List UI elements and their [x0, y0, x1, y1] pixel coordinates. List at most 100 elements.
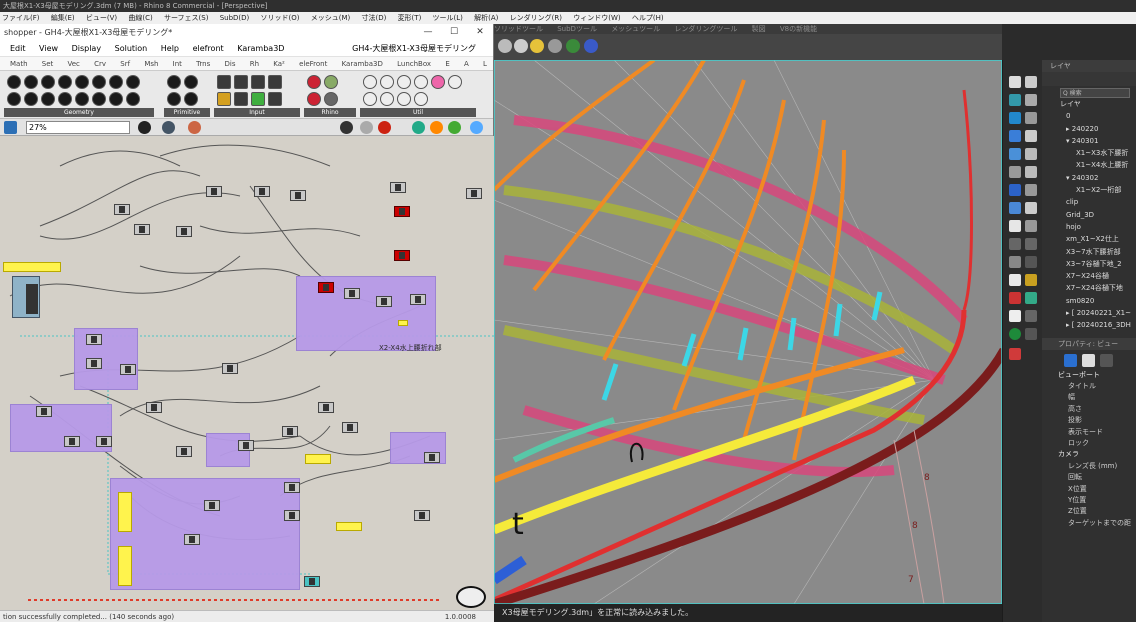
rhino-menu-solid[interactable]: ソリッド(O) [261, 14, 300, 22]
rhino-menu-dimension[interactable]: 寸法(D) [361, 14, 386, 22]
toggle-icon[interactable] [251, 75, 265, 89]
relay-icon[interactable] [380, 75, 394, 89]
rhino-menu-file[interactable]: ファイル(F) [2, 14, 40, 22]
save-icon[interactable] [4, 121, 17, 134]
layer-item[interactable]: ▸ [ 20240221_X1~ [1042, 307, 1136, 319]
cherry-icon[interactable] [307, 92, 321, 106]
layer-item[interactable]: X1~X2一桁部 [1042, 184, 1136, 196]
layer-item[interactable]: hojo [1042, 221, 1136, 233]
twisted-box-param-icon[interactable] [58, 92, 72, 106]
text-param-icon[interactable] [184, 92, 198, 106]
rhino-menu-edit[interactable]: 編集(E) [51, 14, 75, 22]
gh-component[interactable] [146, 402, 162, 413]
lights-icon[interactable] [1025, 238, 1037, 250]
property-item[interactable]: Z位置 [1042, 506, 1136, 517]
minimize-button[interactable]: — [415, 24, 441, 41]
transform-icon[interactable] [1009, 166, 1021, 178]
tab-whats-new[interactable]: V8の新機能 [780, 25, 817, 33]
boolean-param-icon[interactable] [167, 75, 181, 89]
gh-tab-elefront[interactable]: eleFront [299, 60, 327, 68]
gh-tab-ka2[interactable]: Ka² [273, 60, 285, 68]
property-item[interactable]: Y位置 [1042, 495, 1136, 506]
property-item[interactable]: ターゲットまでの距 [1042, 518, 1136, 529]
gh-component[interactable] [390, 182, 406, 193]
layers-panel-header[interactable]: レイヤ [1042, 60, 1136, 72]
curve-param-icon[interactable] [75, 75, 89, 89]
gh-tab-l[interactable]: L [483, 60, 487, 68]
point-icon[interactable] [1025, 76, 1037, 88]
gh-component[interactable] [410, 294, 426, 305]
curve-icon[interactable] [1009, 94, 1021, 106]
panel-icon[interactable] [234, 75, 248, 89]
fillet-icon[interactable] [1025, 148, 1037, 160]
property-item[interactable]: レンズ長 (mm) [1042, 461, 1136, 472]
graph-mapper-icon[interactable] [234, 92, 248, 106]
point-param-icon[interactable] [7, 75, 21, 89]
gh-tab-vec[interactable]: Vec [67, 60, 79, 68]
yellow-panel-2[interactable] [118, 492, 132, 532]
render-icon[interactable] [1009, 238, 1021, 250]
solver-lock-icon[interactable] [378, 121, 391, 134]
gh-component[interactable] [284, 510, 300, 521]
yellow-panel-4[interactable] [305, 454, 331, 464]
layer-item[interactable]: X7~X24谷樋下地 [1042, 282, 1136, 294]
property-item[interactable]: ロック [1042, 438, 1136, 449]
plane-param-icon[interactable] [109, 75, 123, 89]
layer-item[interactable]: clip [1042, 196, 1136, 208]
calendar-icon[interactable] [268, 92, 282, 106]
tab-solid-tools[interactable]: ソリッドツール [494, 25, 543, 33]
property-item[interactable]: 回転 [1042, 472, 1136, 483]
object-properties-icon[interactable] [1082, 353, 1095, 367]
gh-tab-rh[interactable]: Rh [250, 60, 259, 68]
yellow-panel-6[interactable] [398, 320, 408, 326]
sketch-pen-icon[interactable] [188, 121, 201, 134]
arrow-right-icon[interactable] [414, 75, 428, 89]
gh-component[interactable] [342, 422, 358, 433]
gh-component[interactable] [184, 534, 200, 545]
viewport-properties-icon[interactable] [1064, 353, 1077, 367]
button-icon[interactable] [268, 75, 282, 89]
gh-tab-crv[interactable]: Crv [94, 60, 106, 68]
zoom-dropdown[interactable]: 27% [26, 121, 130, 134]
mesh-icon[interactable] [1025, 130, 1037, 142]
tab-subd-tools[interactable]: SubDツール [557, 25, 597, 33]
rhino-menu-surface[interactable]: サーフェス(S) [164, 14, 209, 22]
gh-component[interactable] [304, 576, 320, 587]
gh-component[interactable] [120, 364, 136, 375]
solid-icon[interactable] [1009, 130, 1021, 142]
gh-menu-display[interactable]: Display [72, 44, 102, 53]
layer-icon[interactable] [324, 75, 338, 89]
rhino-menu-view[interactable]: ビュー(V) [86, 14, 117, 22]
hide-icon[interactable] [1009, 256, 1021, 268]
surface-icon[interactable] [1009, 112, 1021, 124]
command-line[interactable]: X3母屋モデリング.3dm」を正常に読み込みました。 [494, 604, 1002, 622]
rhino-menu-window[interactable]: ウィンドウ(W) [573, 14, 620, 22]
property-item[interactable]: 投影 [1042, 415, 1136, 426]
gh-canvas[interactable]: X2-X4水上腰折れ部 [0, 136, 494, 610]
gh-component-error[interactable] [318, 282, 334, 293]
close-button[interactable]: ✕ [467, 24, 493, 41]
rhino-menu-curve[interactable]: 曲線(C) [128, 14, 152, 22]
dimension-icon[interactable] [1009, 202, 1021, 214]
mesh-param-icon[interactable] [24, 92, 38, 106]
group-icon[interactable] [1009, 274, 1021, 286]
gh-component[interactable] [344, 288, 360, 299]
rhino-menu-mesh[interactable]: メッシュ(M) [311, 14, 351, 22]
gh-component[interactable] [290, 190, 306, 201]
gh-tab-e[interactable]: E [445, 60, 449, 68]
material-icon[interactable] [412, 121, 425, 134]
line-param-icon[interactable] [92, 75, 106, 89]
property-item[interactable]: 幅 [1042, 392, 1136, 403]
fly-icon[interactable] [363, 92, 377, 106]
select-icon[interactable] [1009, 76, 1021, 88]
box-param-icon[interactable] [126, 75, 140, 89]
rhino-reference-icon[interactable] [307, 75, 321, 89]
gh-component-error[interactable] [394, 250, 410, 261]
globe-icon[interactable] [470, 121, 483, 134]
integer-param-icon[interactable] [184, 75, 198, 89]
maximize-button[interactable]: ☐ [441, 24, 467, 41]
gh-menu-edit[interactable]: Edit [10, 44, 26, 53]
vector-param-icon[interactable] [24, 75, 38, 89]
yellow-panel-1[interactable] [3, 262, 61, 272]
disable-preview-icon[interactable] [360, 121, 373, 134]
